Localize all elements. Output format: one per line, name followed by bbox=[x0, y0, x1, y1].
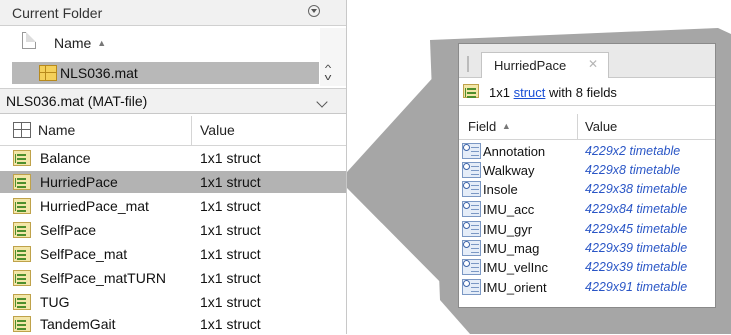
field-row[interactable]: IMU_velInc 4229x39 timetable bbox=[459, 258, 715, 277]
field-value: 4229x38 timetable bbox=[585, 182, 688, 196]
tab-label: HurriedPace bbox=[494, 58, 567, 73]
value-column-header[interactable]: Value bbox=[585, 119, 617, 134]
field-value: 4229x39 timetable bbox=[585, 241, 688, 255]
field-name: IMU_velInc bbox=[483, 260, 549, 275]
field-name: Walkway bbox=[483, 163, 535, 178]
field-name: Insole bbox=[483, 182, 518, 197]
column-divider[interactable] bbox=[577, 114, 578, 140]
timetable-icon bbox=[462, 240, 481, 256]
field-row[interactable]: IMU_orient 4229x91 timetable bbox=[459, 278, 715, 297]
timetable-icon bbox=[462, 143, 481, 159]
field-name: Annotation bbox=[483, 144, 546, 159]
field-row[interactable]: Annotation 4229x2 timetable bbox=[459, 142, 715, 161]
timetable-icon bbox=[462, 279, 481, 295]
struct-icon bbox=[463, 84, 479, 98]
close-icon[interactable]: ✕ bbox=[588, 57, 598, 71]
tab-hurriedpace[interactable]: HurriedPace ✕ bbox=[481, 52, 609, 78]
field-row[interactable]: Walkway 4229x8 timetable bbox=[459, 161, 715, 180]
field-value: 4229x84 timetable bbox=[585, 202, 688, 216]
struct-summary: 1x1 struct with 8 fields bbox=[459, 78, 715, 106]
field-name: IMU_mag bbox=[483, 241, 540, 256]
field-value: 4229x91 timetable bbox=[585, 280, 688, 294]
variable-editor-zoom: HurriedPace ✕ 1x1 struct with 8 fields F… bbox=[458, 43, 716, 308]
struct-summary-text: 1x1 struct with 8 fields bbox=[489, 85, 617, 100]
field-name: IMU_acc bbox=[483, 202, 535, 217]
field-value: 4229x8 timetable bbox=[585, 163, 681, 177]
field-value: 4229x2 timetable bbox=[585, 144, 681, 158]
field-name: IMU_gyr bbox=[483, 222, 533, 237]
timetable-icon bbox=[462, 201, 481, 217]
drag-handle[interactable] bbox=[467, 56, 469, 72]
field-value: 4229x45 timetable bbox=[585, 222, 688, 236]
timetable-icon bbox=[462, 259, 481, 275]
field-row[interactable]: IMU_acc 4229x84 timetable bbox=[459, 200, 715, 219]
field-value: 4229x39 timetable bbox=[585, 260, 688, 274]
field-row[interactable]: IMU_mag 4229x39 timetable bbox=[459, 239, 715, 258]
variable-editor-tabstrip: HurriedPace ✕ bbox=[459, 44, 715, 78]
field-row[interactable]: Insole 4229x38 timetable bbox=[459, 180, 715, 199]
timetable-icon bbox=[462, 181, 481, 197]
field-column-header[interactable]: Field ▲ bbox=[468, 119, 511, 134]
fields-table-header: Field ▲ Value bbox=[459, 114, 715, 140]
timetable-icon bbox=[462, 221, 481, 237]
timetable-icon bbox=[462, 162, 481, 178]
sort-ascending-icon: ▲ bbox=[501, 121, 511, 131]
field-row[interactable]: IMU_gyr 4229x45 timetable bbox=[459, 220, 715, 239]
struct-link[interactable]: struct bbox=[514, 85, 546, 100]
field-name: IMU_orient bbox=[483, 280, 547, 295]
